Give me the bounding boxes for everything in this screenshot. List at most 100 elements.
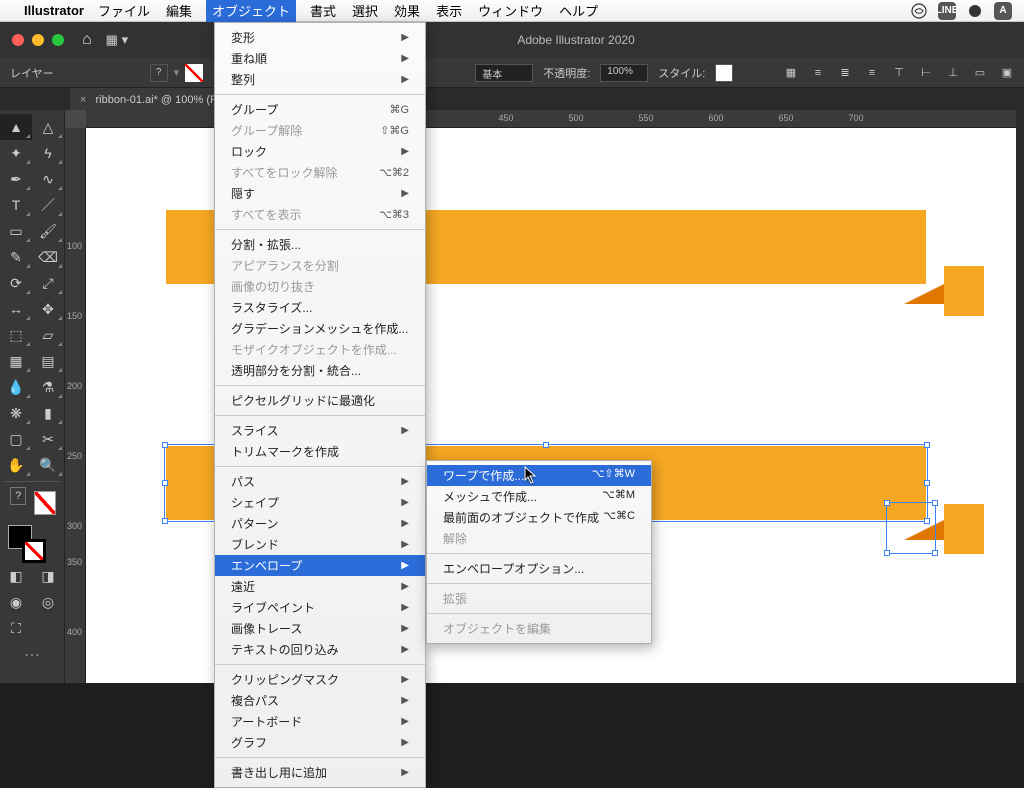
menu-item-グラフ[interactable]: グラフ▶ [215,732,425,753]
opacity-field[interactable]: 100% [600,64,648,82]
fill-stroke-swatches[interactable] [0,521,64,563]
direct-selection-tool[interactable]: △ [32,114,64,140]
align-center-v-icon[interactable]: ⊢ [915,63,937,83]
app-name[interactable]: Illustrator [24,3,84,18]
zoom-tool[interactable]: 🔍 [32,452,64,478]
isolate-icon[interactable]: ▣ [996,63,1018,83]
menu-item-テキストの回り込み[interactable]: テキストの回り込み▶ [215,639,425,660]
submenu-item-メッシュで作成...[interactable]: メッシュで作成...⌥⌘M [427,486,651,507]
menu-item-アートボード[interactable]: アートボード▶ [215,711,425,732]
draw-behind-icon[interactable]: ◎ [32,589,64,615]
menu-item-グラデーションメッシュを作成...[interactable]: グラデーションメッシュを作成... [215,318,425,339]
menu-item-透明部分を分割・統合...[interactable]: 透明部分を分割・統合... [215,360,425,381]
shaper-tool[interactable]: ✎ [0,244,32,270]
line-tool[interactable]: ／ [32,192,64,218]
menu-item-パス[interactable]: パス▶ [215,471,425,492]
pen-tool[interactable]: ✒ [0,166,32,192]
free-transform-tool[interactable]: ✥ [32,296,64,322]
menu-item-シェイプ[interactable]: シェイプ▶ [215,492,425,513]
curvature-tool[interactable]: ∿ [32,166,64,192]
menu-effect[interactable]: 効果 [392,0,422,22]
selection-tool[interactable]: ▲ [0,114,32,140]
eyedropper-tool[interactable]: 💧 [0,374,32,400]
menu-item-ライブペイント[interactable]: ライブペイント▶ [215,597,425,618]
menu-item-整列[interactable]: 整列▶ [215,69,425,90]
close-tab-icon[interactable]: × [80,94,86,106]
menu-item-クリッピングマスク[interactable]: クリッピングマスク▶ [215,669,425,690]
menu-file[interactable]: ファイル [96,0,152,22]
hand-tool[interactable]: ✋ [0,452,32,478]
align-top-icon[interactable]: ⊤ [888,63,910,83]
paintbrush-tool[interactable]: 🖌 [32,218,64,244]
rectangle-tool[interactable]: ▭ [0,218,32,244]
menu-item-分割・拡張...[interactable]: 分割・拡張... [215,234,425,255]
help-button[interactable]: ? [150,64,168,82]
menu-item-ラスタライズ...[interactable]: ラスタライズ... [215,297,425,318]
submenu-item-ワープで作成...[interactable]: ワープで作成...⌥⇧⌘W [427,465,651,486]
menu-item-ロック[interactable]: ロック▶ [215,141,425,162]
magic-wand-tool[interactable]: ✦ [0,140,32,166]
selection-box-tail[interactable] [886,502,936,554]
menu-edit[interactable]: 編集 [164,0,194,22]
scrollbar-vertical[interactable] [1016,110,1024,683]
menu-item-ピクセルグリッドに最適化[interactable]: ピクセルグリッドに最適化 [215,390,425,411]
ribbon-bottom-tail[interactable] [944,504,984,554]
menu-item-複合パス[interactable]: 複合パス▶ [215,690,425,711]
layers-label[interactable]: レイヤー [6,63,58,83]
blend-tool[interactable]: ⚗ [32,374,64,400]
symbol-sprayer-tool[interactable]: ❋ [0,400,32,426]
menu-view[interactable]: 表示 [434,0,464,22]
mic-icon[interactable] [966,2,984,20]
type-tool[interactable]: T [0,192,32,218]
gradient-mode-icon[interactable]: ◨ [32,563,64,589]
shape-builder-tool[interactable]: ⬚ [0,322,32,348]
align-right-icon[interactable]: ≡ [861,63,883,83]
arrange-docs-icon[interactable]: ▦ ▾ [106,32,128,48]
lasso-tool[interactable]: ϟ [32,140,64,166]
user-icon[interactable]: A [994,2,1012,20]
home-icon[interactable]: ⌂ [82,31,92,49]
eraser-tool[interactable]: ⌫ [32,244,64,270]
menu-item-画像トレース[interactable]: 画像トレース▶ [215,618,425,639]
fill-swatch[interactable] [185,64,203,82]
menu-item-隠す[interactable]: 隠す▶ [215,183,425,204]
menu-item-パターン[interactable]: パターン▶ [215,513,425,534]
align-center-h-icon[interactable]: ≣ [834,63,856,83]
menu-item-ブレンド[interactable]: ブレンド▶ [215,534,425,555]
mesh-tool[interactable]: ▦ [0,348,32,374]
minimize-window-button[interactable] [32,34,44,46]
submenu-item-エンベロープオプション...[interactable]: エンベロープオプション... [427,558,651,579]
menu-item-変形[interactable]: 変形▶ [215,27,425,48]
menu-item-スライス[interactable]: スライス▶ [215,420,425,441]
menu-item-重ね順[interactable]: 重ね順▶ [215,48,425,69]
menu-object[interactable]: オブジェクト [206,0,296,22]
close-window-button[interactable] [12,34,24,46]
draw-normal-icon[interactable]: ◉ [0,589,32,615]
menu-select[interactable]: 選択 [350,0,380,22]
menu-item-エンベロープ[interactable]: エンベロープ▶ [215,555,425,576]
submenu-item-最前面のオブジェクトで作成[interactable]: 最前面のオブジェクトで作成⌥⌘C [427,507,651,528]
doc-setup-icon[interactable]: ▦ [780,63,802,83]
style-swatch[interactable] [715,64,733,82]
cc-status-icon[interactable] [910,2,928,20]
menu-item-トリムマークを作成[interactable]: トリムマークを作成 [215,441,425,462]
line-icon[interactable]: LINE [938,2,956,20]
ribbon-top-tail[interactable] [944,266,984,316]
color-mode-icon[interactable]: ◧ [0,563,32,589]
zoom-window-button[interactable] [52,34,64,46]
toolbox-nofill-swatch[interactable] [34,491,56,515]
gradient-tool[interactable]: ▤ [32,348,64,374]
toolbox-help[interactable]: ? [10,487,26,505]
stroke-profile[interactable]: 基本 [475,64,533,82]
transform-icon[interactable]: ▭ [969,63,991,83]
slice-tool[interactable]: ✂ [32,426,64,452]
screen-mode-icon[interactable]: ⛶ [0,615,32,641]
stroke-swatch-box[interactable] [22,539,46,563]
column-graph-tool[interactable]: ▮ [32,400,64,426]
menu-item-グループ[interactable]: グループ⌘G [215,99,425,120]
align-bottom-icon[interactable]: ⊥ [942,63,964,83]
menu-item-書き出し用に追加[interactable]: 書き出し用に追加▶ [215,762,425,783]
menu-item-遠近[interactable]: 遠近▶ [215,576,425,597]
scale-tool[interactable]: ⤢ [32,270,64,296]
menu-type[interactable]: 書式 [308,0,338,22]
